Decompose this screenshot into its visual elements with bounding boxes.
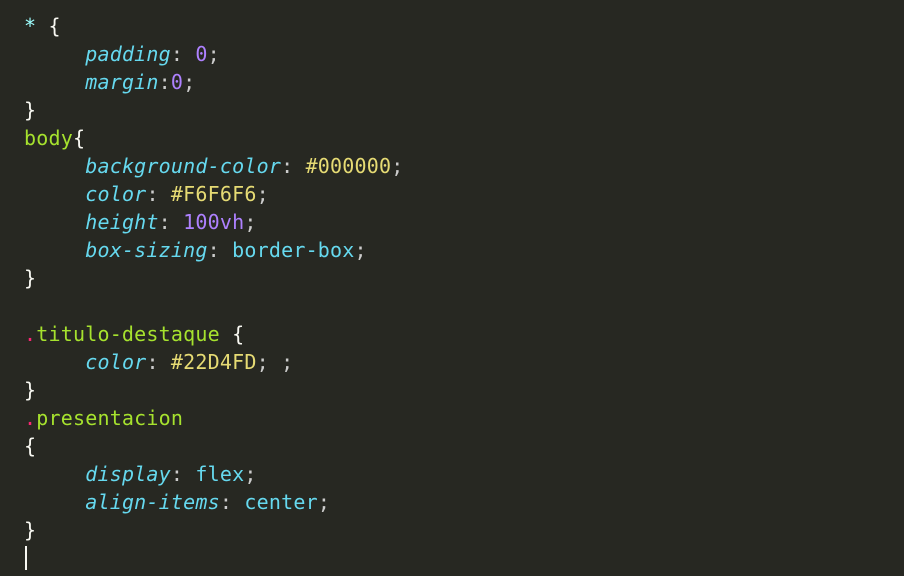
selector-tag: body <box>24 126 73 150</box>
css-property: padding <box>85 42 171 66</box>
line: background-color: #000000; <box>24 154 404 178</box>
css-number: 100vh <box>183 210 244 234</box>
brace-open: { <box>220 322 244 346</box>
css-hex: #22D4FD <box>171 350 257 374</box>
selector-dot: . <box>24 406 36 430</box>
css-hex: #000000 <box>306 154 392 178</box>
selector-dot: . <box>24 322 36 346</box>
brace-close: } <box>24 98 36 122</box>
line: .titulo-destaque { <box>24 322 244 346</box>
brace-open: { <box>24 434 36 458</box>
brace-open: { <box>73 126 85 150</box>
css-property: height <box>85 210 158 234</box>
css-property: display <box>85 462 171 486</box>
css-value: center <box>244 490 317 514</box>
line: display: flex; <box>24 462 257 486</box>
line: margin:0; <box>24 70 195 94</box>
css-number: 0 <box>171 70 183 94</box>
css-value: border-box <box>232 238 354 262</box>
brace-close: } <box>24 378 36 402</box>
line: color: #22D4FD; ; <box>24 350 293 374</box>
css-property: box-sizing <box>85 238 207 262</box>
line: } <box>24 98 36 122</box>
selector-class: titulo-destaque <box>36 322 220 346</box>
line: align-items: center; <box>24 490 330 514</box>
brace-open: { <box>36 14 60 38</box>
css-property: color <box>85 182 146 206</box>
line: * { <box>24 14 61 38</box>
brace-close: } <box>24 266 36 290</box>
line: height: 100vh; <box>24 210 257 234</box>
line: .presentacion <box>24 406 183 430</box>
css-hex: #F6F6F6 <box>171 182 257 206</box>
line: } <box>24 378 36 402</box>
line: color: #F6F6F6; <box>24 182 269 206</box>
css-property: background-color <box>85 154 281 178</box>
line: box-sizing: border-box; <box>24 238 367 262</box>
line: body{ <box>24 126 85 150</box>
brace-close: } <box>24 518 36 542</box>
line: { <box>24 434 36 458</box>
line: padding: 0; <box>24 42 220 66</box>
selector-star: * <box>24 14 36 38</box>
css-number: 0 <box>195 42 207 66</box>
selector-class: presentacion <box>36 406 183 430</box>
line: } <box>24 518 36 542</box>
line: } <box>24 266 36 290</box>
text-cursor <box>25 546 27 570</box>
css-property: align-items <box>85 490 220 514</box>
css-property: color <box>85 350 146 374</box>
css-value: flex <box>195 462 244 486</box>
css-property: margin <box>85 70 158 94</box>
css-editor[interactable]: * { padding: 0; margin:0; } body{ backgr… <box>0 0 904 576</box>
